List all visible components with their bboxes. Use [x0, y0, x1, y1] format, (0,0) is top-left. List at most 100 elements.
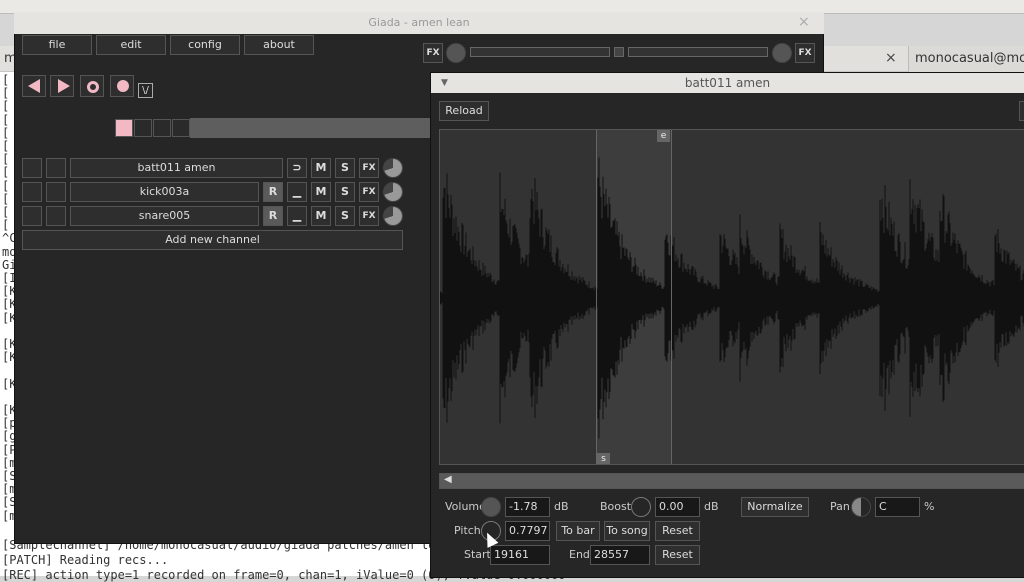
terminal-line: [ [2, 86, 10, 101]
play-button[interactable] [50, 75, 74, 97]
channel-status-button[interactable] [22, 158, 42, 178]
terminal-line: [ [2, 165, 10, 180]
menu-config[interactable]: config [170, 35, 240, 55]
boost-knob[interactable] [631, 497, 651, 517]
terminal-tab-right[interactable]: monocasual@mo [908, 46, 1024, 72]
output-meter [628, 47, 768, 57]
reload-button[interactable]: Reload [439, 101, 489, 121]
waveform-path [440, 157, 1024, 439]
menu-file[interactable]: file [22, 35, 92, 55]
beat-cell [153, 119, 171, 137]
zoom-button[interactable] [1019, 101, 1024, 121]
meter-link-toggle[interactable] [614, 47, 624, 57]
giada-window-title: Giada - amen lean [14, 12, 824, 34]
terminal-line: [PATCH] Reading recs... [2, 553, 169, 567]
channel-status-button[interactable] [22, 206, 42, 226]
end-input[interactable]: 28557 [590, 545, 650, 565]
channel-arm-button[interactable] [46, 206, 66, 226]
reset-pitch-button[interactable]: Reset [655, 521, 700, 541]
pan-unit: % [924, 500, 935, 513]
beat-cell [172, 119, 190, 137]
pan-label: Pan [830, 500, 850, 513]
channel-solo-button[interactable]: S [335, 158, 355, 178]
start-marker[interactable]: s [597, 453, 610, 464]
channel-mute-button[interactable]: M [311, 182, 331, 202]
metronome-button[interactable]: \/ [138, 83, 153, 98]
to-song-button[interactable]: To song [604, 521, 650, 541]
master-out-volume-knob[interactable] [772, 43, 792, 63]
terminal-line: [ [2, 73, 10, 87]
beat-cell-active [115, 119, 133, 137]
waveform-graph [440, 157, 1024, 439]
record-input-button[interactable] [110, 75, 134, 97]
normalize-button[interactable]: Normalize [741, 497, 809, 517]
terminal-tab-left[interactable]: m [0, 46, 17, 72]
pitch-label: Pitch [454, 524, 481, 537]
channel-arm-button[interactable] [46, 158, 66, 178]
record-actions-button[interactable] [80, 75, 104, 97]
channel-solo-button[interactable]: S [335, 206, 355, 226]
channel-arm-button[interactable] [46, 182, 66, 202]
channel-name-button[interactable]: snare005 [70, 206, 259, 226]
master-in-fx-button[interactable]: FX [423, 43, 443, 63]
channel-volume-knob[interactable] [383, 206, 403, 226]
boost-unit: dB [704, 500, 719, 513]
volume-unit: dB [554, 500, 569, 513]
channel-fx-button[interactable]: FX [359, 158, 379, 178]
channel-name-button[interactable]: kick003a [70, 182, 259, 202]
start-line [596, 130, 597, 464]
menu-edit[interactable]: edit [96, 35, 166, 55]
master-out-fx-button[interactable]: FX [795, 43, 815, 63]
waveform-display[interactable]: e s [439, 129, 1024, 465]
scroll-left-icon[interactable]: ◀ [444, 474, 452, 485]
end-marker[interactable]: e [657, 130, 670, 142]
channel-read-actions-button[interactable]: R [263, 206, 283, 226]
channel-mode-single-icon[interactable]: ▁ [287, 182, 307, 202]
terminal-line: [ [2, 178, 10, 193]
volume-input[interactable]: -1.78 [505, 497, 550, 517]
sample-editor-title-text: batt011 amen [684, 76, 771, 90]
channel-status-button[interactable] [22, 182, 42, 202]
close-icon[interactable]: × [798, 14, 810, 30]
pan-knob[interactable] [851, 497, 871, 517]
channel-mode-single-icon[interactable]: ▁ [287, 206, 307, 226]
terminal-line: [ [2, 218, 10, 233]
terminal-tab-close-icon[interactable]: × [885, 50, 897, 66]
channel-read-actions-button[interactable]: R [263, 182, 283, 202]
channel-volume-knob[interactable] [383, 158, 403, 178]
pan-input[interactable]: C [875, 497, 920, 517]
waveform-scrollbar[interactable]: ◀ [439, 473, 1024, 489]
terminal-line: [ [2, 99, 10, 114]
channel-fx-button[interactable]: FX [359, 182, 379, 202]
terminal-tab-right-label: monocasual@mo [915, 51, 1024, 66]
beat-cell [134, 119, 152, 137]
terminal-line: [ [2, 205, 10, 219]
input-meter [470, 47, 610, 57]
terminal-line: [ [2, 152, 10, 167]
add-new-channel-button[interactable]: Add new channel [22, 230, 403, 250]
channel-mute-button[interactable]: M [311, 206, 331, 226]
pitch-input[interactable]: 0.7797 [505, 521, 550, 541]
terminal-line: [ [2, 112, 10, 127]
record-input-icon [117, 80, 129, 92]
start-input[interactable]: 19161 [490, 545, 550, 565]
master-in-volume-knob[interactable] [446, 43, 466, 63]
to-bar-button[interactable]: To bar [556, 521, 600, 541]
channel-mute-button[interactable]: M [311, 158, 331, 178]
rewind-button[interactable] [22, 75, 46, 97]
volume-label: Volume [445, 500, 486, 513]
terminal-line: [ [2, 125, 10, 140]
channel-solo-button[interactable]: S [335, 182, 355, 202]
reset-range-button[interactable]: Reset [655, 545, 700, 565]
play-icon [58, 79, 70, 93]
channel-name-button[interactable]: batt011 amen [70, 158, 283, 178]
volume-knob[interactable] [481, 497, 501, 517]
boost-label: Boost [600, 500, 632, 513]
channel-volume-knob[interactable] [383, 182, 403, 202]
end-label: End [569, 548, 590, 561]
channel-mode-loop-icon[interactable]: ⊃ [287, 158, 307, 178]
channel-fx-button[interactable]: FX [359, 206, 379, 226]
menu-about[interactable]: about [244, 35, 314, 55]
window-menu-icon[interactable]: ▼ [441, 73, 448, 93]
boost-input[interactable]: 0.00 [655, 497, 700, 517]
